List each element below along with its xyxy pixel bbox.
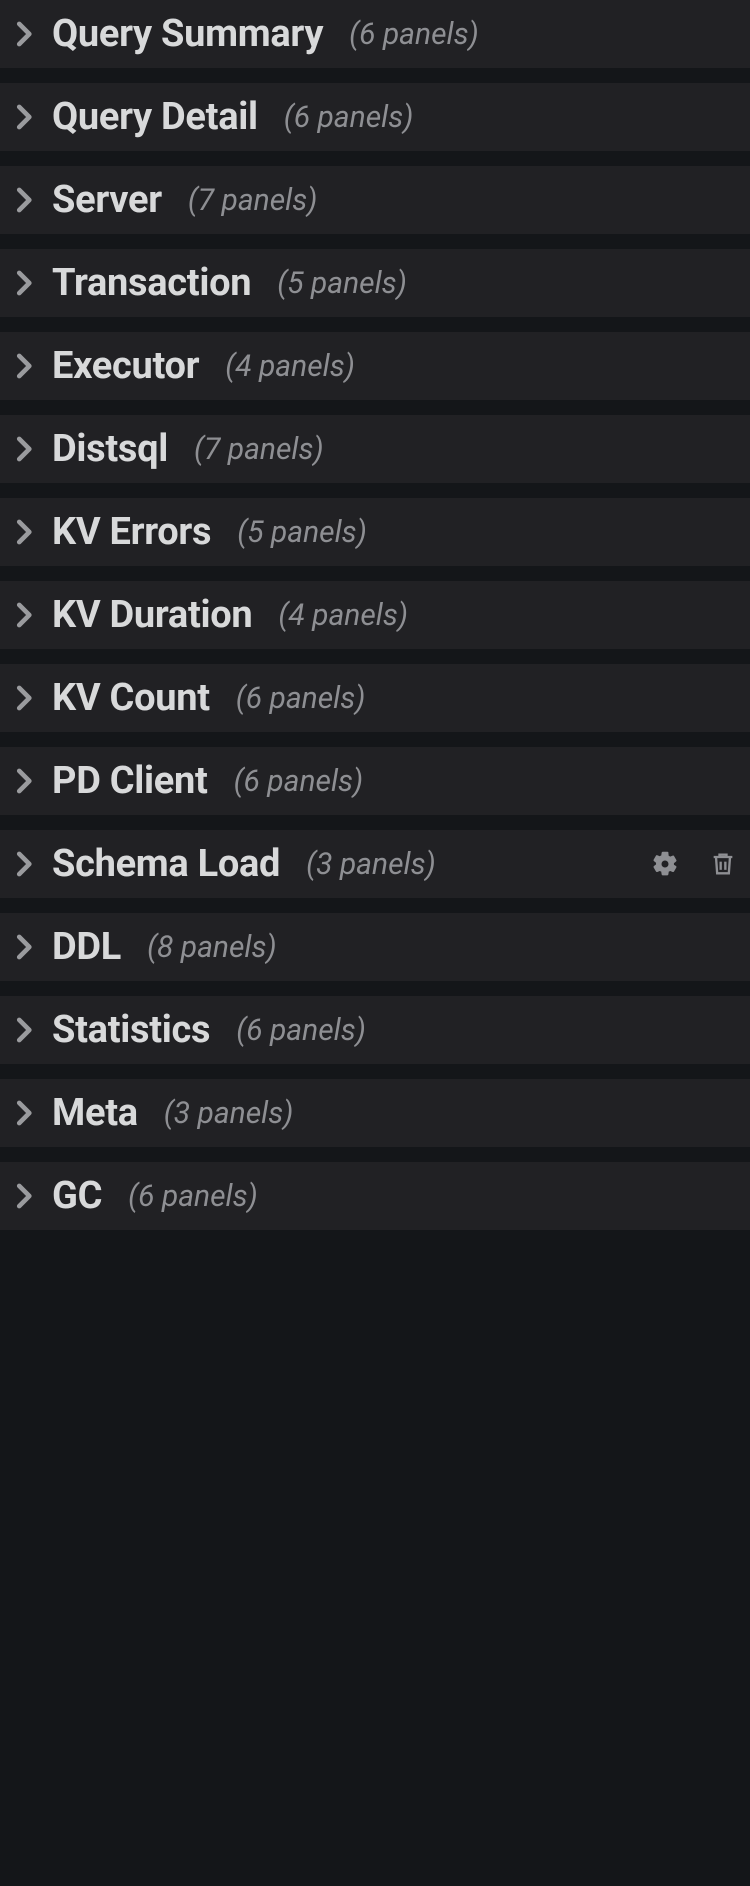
chevron-right-icon [12,436,38,462]
trash-icon[interactable] [706,847,740,881]
row-title: Statistics [52,1008,210,1052]
row-header[interactable]: KV Duration (4 panels) [0,581,750,649]
row-title: KV Count [52,676,210,720]
chevron-right-icon [12,353,38,379]
row-header[interactable]: Executor (4 panels) [0,332,750,400]
row-header[interactable]: KV Errors (5 panels) [0,498,750,566]
chevron-right-icon [12,1100,38,1126]
row-title: Executor [52,344,199,388]
row-title: Distsql [52,427,168,471]
gear-icon[interactable] [648,847,682,881]
chevron-right-icon [12,1017,38,1043]
panel-count: (4 panels) [278,598,408,633]
panel-count: (4 panels) [225,349,355,384]
panel-count: (7 panels) [194,432,324,467]
row-title: GC [52,1174,102,1218]
row-title: KV Duration [52,593,252,637]
chevron-right-icon [12,934,38,960]
panel-count: (6 panels) [284,100,414,135]
row-title: Schema Load [52,842,280,886]
panel-count: (6 panels) [349,17,479,52]
row-title: Transaction [52,261,251,305]
row-title: Query Summary [52,12,323,56]
chevron-right-icon [12,768,38,794]
panel-count: (7 panels) [188,183,318,218]
row-header[interactable]: Query Summary (6 panels) [0,0,750,68]
row-title: Query Detail [52,95,258,139]
row-header[interactable]: PD Client (6 panels) [0,747,750,815]
collapsed-rows: Query Summary (6 panels) Query Detail (6… [0,0,750,1230]
row-header[interactable]: Schema Load (3 panels) [0,830,750,898]
row-title: Server [52,178,162,222]
chevron-right-icon [12,685,38,711]
panel-count: (6 panels) [236,681,366,716]
chevron-right-icon [12,602,38,628]
chevron-right-icon [12,519,38,545]
row-header[interactable]: Server (7 panels) [0,166,750,234]
panel-count: (5 panels) [277,266,407,301]
panel-count: (5 panels) [237,515,367,550]
row-header[interactable]: KV Count (6 panels) [0,664,750,732]
panel-count: (6 panels) [234,764,364,799]
chevron-right-icon [12,21,38,47]
row-header[interactable]: GC (6 panels) [0,1162,750,1230]
panel-count: (6 panels) [236,1013,366,1048]
chevron-right-icon [12,270,38,296]
panel-count: (3 panels) [306,847,436,882]
row-header[interactable]: Statistics (6 panels) [0,996,750,1064]
row-header[interactable]: Transaction (5 panels) [0,249,750,317]
chevron-right-icon [12,187,38,213]
chevron-right-icon [12,1183,38,1209]
row-header[interactable]: DDL (8 panels) [0,913,750,981]
panel-count: (8 panels) [147,930,277,965]
panel-count: (6 panels) [128,1179,258,1214]
row-title: DDL [52,925,121,969]
row-header[interactable]: Distsql (7 panels) [0,415,750,483]
row-title: KV Errors [52,510,211,554]
chevron-right-icon [12,851,38,877]
row-title: Meta [52,1091,138,1135]
chevron-right-icon [12,104,38,130]
row-title: PD Client [52,759,208,803]
row-header[interactable]: Query Detail (6 panels) [0,83,750,151]
row-header[interactable]: Meta (3 panels) [0,1079,750,1147]
panel-count: (3 panels) [164,1096,294,1131]
